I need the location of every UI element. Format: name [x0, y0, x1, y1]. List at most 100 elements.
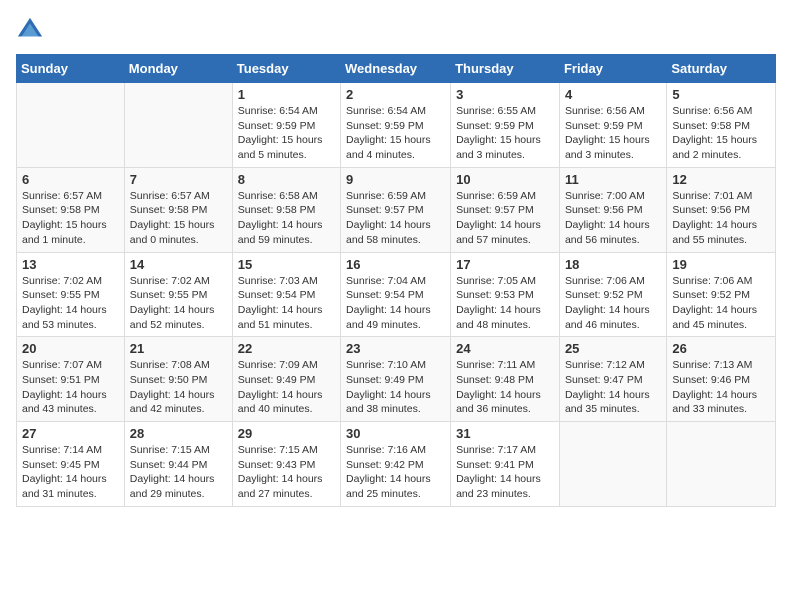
day-number: 12 [672, 172, 770, 187]
day-number: 29 [238, 426, 335, 441]
calendar-cell: 29 Sunrise: 7:15 AM Sunset: 9:43 PM Dayli… [232, 422, 340, 507]
calendar-cell: 22 Sunrise: 7:09 AM Sunset: 9:49 PM Dayli… [232, 337, 340, 422]
day-info: Sunrise: 7:06 AM Sunset: 9:52 PM Dayligh… [565, 274, 661, 333]
calendar-cell: 10 Sunrise: 6:59 AM Sunset: 9:57 PM Dayli… [451, 167, 560, 252]
day-number: 15 [238, 257, 335, 272]
calendar-table: SundayMondayTuesdayWednesdayThursdayFrid… [16, 54, 776, 507]
day-info: Sunrise: 7:01 AM Sunset: 9:56 PM Dayligh… [672, 189, 770, 248]
calendar-cell: 25Sunrise: 7:12 AM Sunset: 9:47 PM Dayli… [559, 337, 666, 422]
calendar-cell: 6 Sunrise: 6:57 AM Sunset: 9:58 PM Daylig… [17, 167, 125, 252]
day-info: Sunrise: 6:57 AM Sunset: 9:58 PM Dayligh… [130, 189, 227, 248]
day-number: 17 [456, 257, 554, 272]
calendar-cell: 21 Sunrise: 7:08 AM Sunset: 9:50 PM Dayli… [124, 337, 232, 422]
calendar-cell [17, 83, 125, 168]
day-info: Sunrise: 7:02 AM Sunset: 9:55 PM Dayligh… [22, 274, 119, 333]
calendar-week-row: 27 Sunrise: 7:14 AM Sunset: 9:45 PM Dayli… [17, 422, 776, 507]
day-info: Sunrise: 7:09 AM Sunset: 9:49 PM Dayligh… [238, 358, 335, 417]
day-info: Sunrise: 7:15 AM Sunset: 9:43 PM Dayligh… [238, 443, 335, 502]
calendar-cell: 24 Sunrise: 7:11 AM Sunset: 9:48 PM Dayli… [451, 337, 560, 422]
calendar-header-thursday: Thursday [451, 55, 560, 83]
day-number: 30 [346, 426, 445, 441]
calendar-cell: 28 Sunrise: 7:15 AM Sunset: 9:44 PM Dayli… [124, 422, 232, 507]
calendar-cell: 9Sunrise: 6:59 AM Sunset: 9:57 PM Daylig… [341, 167, 451, 252]
day-number: 25 [565, 341, 661, 356]
calendar-cell: 2 Sunrise: 6:54 AM Sunset: 9:59 PM Daylig… [341, 83, 451, 168]
day-number: 13 [22, 257, 119, 272]
day-number: 6 [22, 172, 119, 187]
calendar-cell: 11 Sunrise: 7:00 AM Sunset: 9:56 PM Dayli… [559, 167, 666, 252]
day-number: 26 [672, 341, 770, 356]
day-number: 27 [22, 426, 119, 441]
day-info: Sunrise: 7:13 AM Sunset: 9:46 PM Dayligh… [672, 358, 770, 417]
calendar-cell: 4 Sunrise: 6:56 AM Sunset: 9:59 PM Daylig… [559, 83, 666, 168]
day-number: 1 [238, 87, 335, 102]
calendar-cell [667, 422, 776, 507]
day-info: Sunrise: 7:15 AM Sunset: 9:44 PM Dayligh… [130, 443, 227, 502]
calendar-cell: 13 Sunrise: 7:02 AM Sunset: 9:55 PM Dayli… [17, 252, 125, 337]
calendar-cell: 31 Sunrise: 7:17 AM Sunset: 9:41 PM Dayli… [451, 422, 560, 507]
calendar-cell: 20 Sunrise: 7:07 AM Sunset: 9:51 PM Dayli… [17, 337, 125, 422]
day-number: 20 [22, 341, 119, 356]
calendar-week-row: 20 Sunrise: 7:07 AM Sunset: 9:51 PM Dayli… [17, 337, 776, 422]
logo [16, 16, 48, 44]
day-info: Sunrise: 7:11 AM Sunset: 9:48 PM Dayligh… [456, 358, 554, 417]
day-info: Sunrise: 6:59 AM Sunset: 9:57 PM Dayligh… [456, 189, 554, 248]
logo-icon [16, 16, 44, 44]
calendar-cell [124, 83, 232, 168]
calendar-cell: 12 Sunrise: 7:01 AM Sunset: 9:56 PM Dayli… [667, 167, 776, 252]
day-info: Sunrise: 7:00 AM Sunset: 9:56 PM Dayligh… [565, 189, 661, 248]
calendar-header-wednesday: Wednesday [341, 55, 451, 83]
calendar-cell: 26 Sunrise: 7:13 AM Sunset: 9:46 PM Dayli… [667, 337, 776, 422]
calendar-week-row: 1 Sunrise: 6:54 AM Sunset: 9:59 PM Daylig… [17, 83, 776, 168]
day-info: Sunrise: 7:16 AM Sunset: 9:42 PM Dayligh… [346, 443, 445, 502]
day-number: 3 [456, 87, 554, 102]
day-number: 4 [565, 87, 661, 102]
calendar-header-saturday: Saturday [667, 55, 776, 83]
calendar-header-sunday: Sunday [17, 55, 125, 83]
calendar-cell: 30 Sunrise: 7:16 AM Sunset: 9:42 PM Dayli… [341, 422, 451, 507]
day-number: 31 [456, 426, 554, 441]
calendar-cell: 1 Sunrise: 6:54 AM Sunset: 9:59 PM Daylig… [232, 83, 340, 168]
day-info: Sunrise: 7:14 AM Sunset: 9:45 PM Dayligh… [22, 443, 119, 502]
day-info: Sunrise: 6:58 AM Sunset: 9:58 PM Dayligh… [238, 189, 335, 248]
day-info: Sunrise: 7:17 AM Sunset: 9:41 PM Dayligh… [456, 443, 554, 502]
day-number: 18 [565, 257, 661, 272]
calendar-cell: 15 Sunrise: 7:03 AM Sunset: 9:54 PM Dayli… [232, 252, 340, 337]
day-info: Sunrise: 6:59 AM Sunset: 9:57 PM Dayligh… [346, 189, 445, 248]
day-info: Sunrise: 7:04 AM Sunset: 9:54 PM Dayligh… [346, 274, 445, 333]
day-number: 28 [130, 426, 227, 441]
day-number: 14 [130, 257, 227, 272]
day-info: Sunrise: 7:05 AM Sunset: 9:53 PM Dayligh… [456, 274, 554, 333]
calendar-cell: 8Sunrise: 6:58 AM Sunset: 9:58 PM Daylig… [232, 167, 340, 252]
day-number: 10 [456, 172, 554, 187]
day-number: 22 [238, 341, 335, 356]
day-number: 2 [346, 87, 445, 102]
day-info: Sunrise: 6:54 AM Sunset: 9:59 PM Dayligh… [346, 104, 445, 163]
day-number: 21 [130, 341, 227, 356]
calendar-cell: 5 Sunrise: 6:56 AM Sunset: 9:58 PM Daylig… [667, 83, 776, 168]
day-number: 23 [346, 341, 445, 356]
calendar-cell: 19Sunrise: 7:06 AM Sunset: 9:52 PM Dayli… [667, 252, 776, 337]
day-number: 7 [130, 172, 227, 187]
day-info: Sunrise: 6:56 AM Sunset: 9:59 PM Dayligh… [565, 104, 661, 163]
day-info: Sunrise: 7:08 AM Sunset: 9:50 PM Dayligh… [130, 358, 227, 417]
calendar-cell: 7 Sunrise: 6:57 AM Sunset: 9:58 PM Daylig… [124, 167, 232, 252]
day-info: Sunrise: 6:54 AM Sunset: 9:59 PM Dayligh… [238, 104, 335, 163]
calendar-header-tuesday: Tuesday [232, 55, 340, 83]
day-info: Sunrise: 7:02 AM Sunset: 9:55 PM Dayligh… [130, 274, 227, 333]
day-info: Sunrise: 6:56 AM Sunset: 9:58 PM Dayligh… [672, 104, 770, 163]
day-info: Sunrise: 7:07 AM Sunset: 9:51 PM Dayligh… [22, 358, 119, 417]
day-number: 5 [672, 87, 770, 102]
day-info: Sunrise: 7:03 AM Sunset: 9:54 PM Dayligh… [238, 274, 335, 333]
day-number: 11 [565, 172, 661, 187]
calendar-cell: 17 Sunrise: 7:05 AM Sunset: 9:53 PM Dayli… [451, 252, 560, 337]
calendar-header-monday: Monday [124, 55, 232, 83]
day-number: 16 [346, 257, 445, 272]
day-number: 24 [456, 341, 554, 356]
page-header [16, 16, 776, 44]
calendar-cell [559, 422, 666, 507]
calendar-header-row: SundayMondayTuesdayWednesdayThursdayFrid… [17, 55, 776, 83]
day-info: Sunrise: 6:57 AM Sunset: 9:58 PM Dayligh… [22, 189, 119, 248]
day-number: 19 [672, 257, 770, 272]
calendar-cell: 14 Sunrise: 7:02 AM Sunset: 9:55 PM Dayli… [124, 252, 232, 337]
